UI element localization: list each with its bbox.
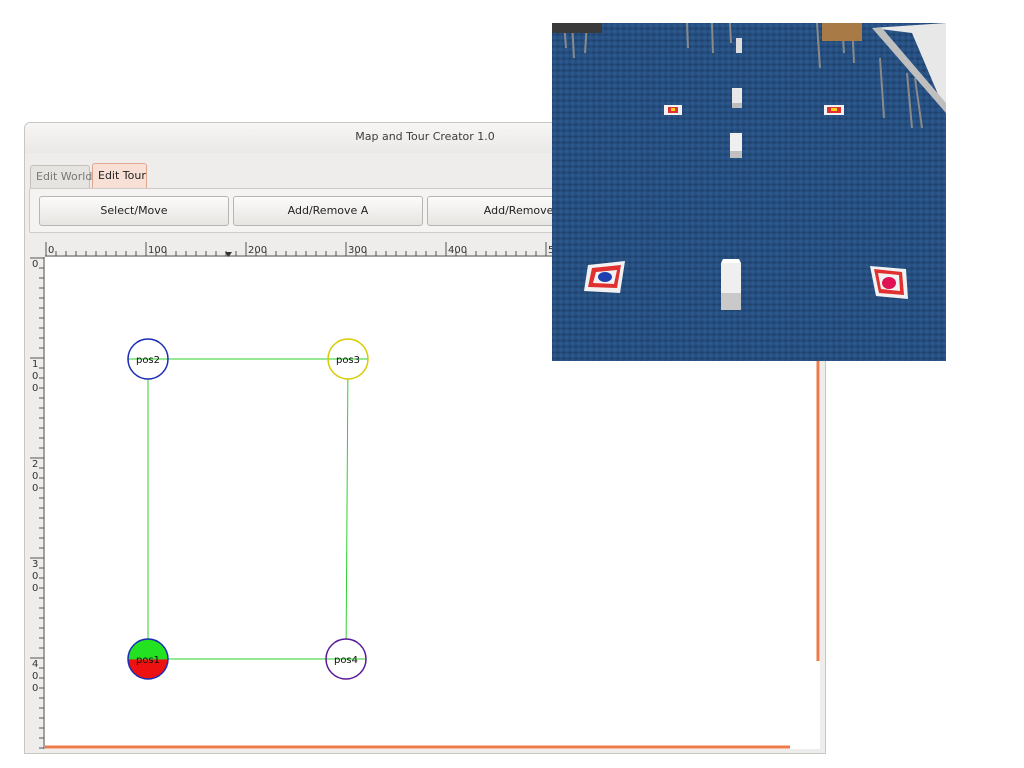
ruler-vertical-label: 3 — [32, 559, 38, 570]
ruler-vertical-label: 4 — [32, 659, 38, 670]
ruler-label-400: 400 — [448, 245, 467, 256]
ruler-vertical-label: 1 — [32, 359, 38, 370]
tour-node-pos4[interactable]: pos4 — [325, 638, 367, 680]
ruler-vertical-label: 2 — [32, 459, 38, 470]
add-remove-a-button[interactable]: Add/Remove A — [233, 196, 423, 226]
node-label: pos3 — [336, 355, 360, 366]
ruler-vertical-label: 0 — [32, 571, 38, 582]
ruler-vertical-label: 0 — [32, 483, 38, 494]
camera-photo — [552, 23, 946, 361]
ruler-vertical-label: 0 — [32, 383, 38, 394]
tour-node-pos3[interactable]: pos3 — [327, 338, 369, 380]
ruler-vertical-label: 0 — [32, 583, 38, 594]
ruler-vertical-label: 0 — [32, 259, 38, 270]
tab-edit-tour[interactable]: Edit Tour — [92, 163, 147, 188]
ruler-label-0: 0 — [48, 245, 54, 256]
tour-node-pos2[interactable]: pos2 — [127, 338, 169, 380]
tour-edge-pos3-pos4[interactable] — [345, 358, 349, 660]
node-label: pos1 — [136, 655, 160, 666]
ruler-vertical-label: 0 — [32, 471, 38, 482]
select-move-button[interactable]: Select/Move — [39, 196, 229, 226]
vertical-ruler: 0100200300400 — [30, 257, 45, 749]
node-label: pos4 — [334, 655, 358, 666]
tour-node-pos1[interactable]: pos1 — [127, 638, 169, 680]
ruler-vertical-label: 0 — [32, 683, 38, 694]
ruler-vertical-label: 0 — [32, 671, 38, 682]
ruler-label-100: 100 — [148, 245, 167, 256]
node-label: pos2 — [136, 355, 160, 366]
ruler-label-200: 200 — [248, 245, 267, 256]
tab-edit-world[interactable]: Edit World — [30, 165, 92, 188]
ruler-vertical-label: 0 — [32, 371, 38, 382]
ruler-label-300: 300 — [348, 245, 367, 256]
